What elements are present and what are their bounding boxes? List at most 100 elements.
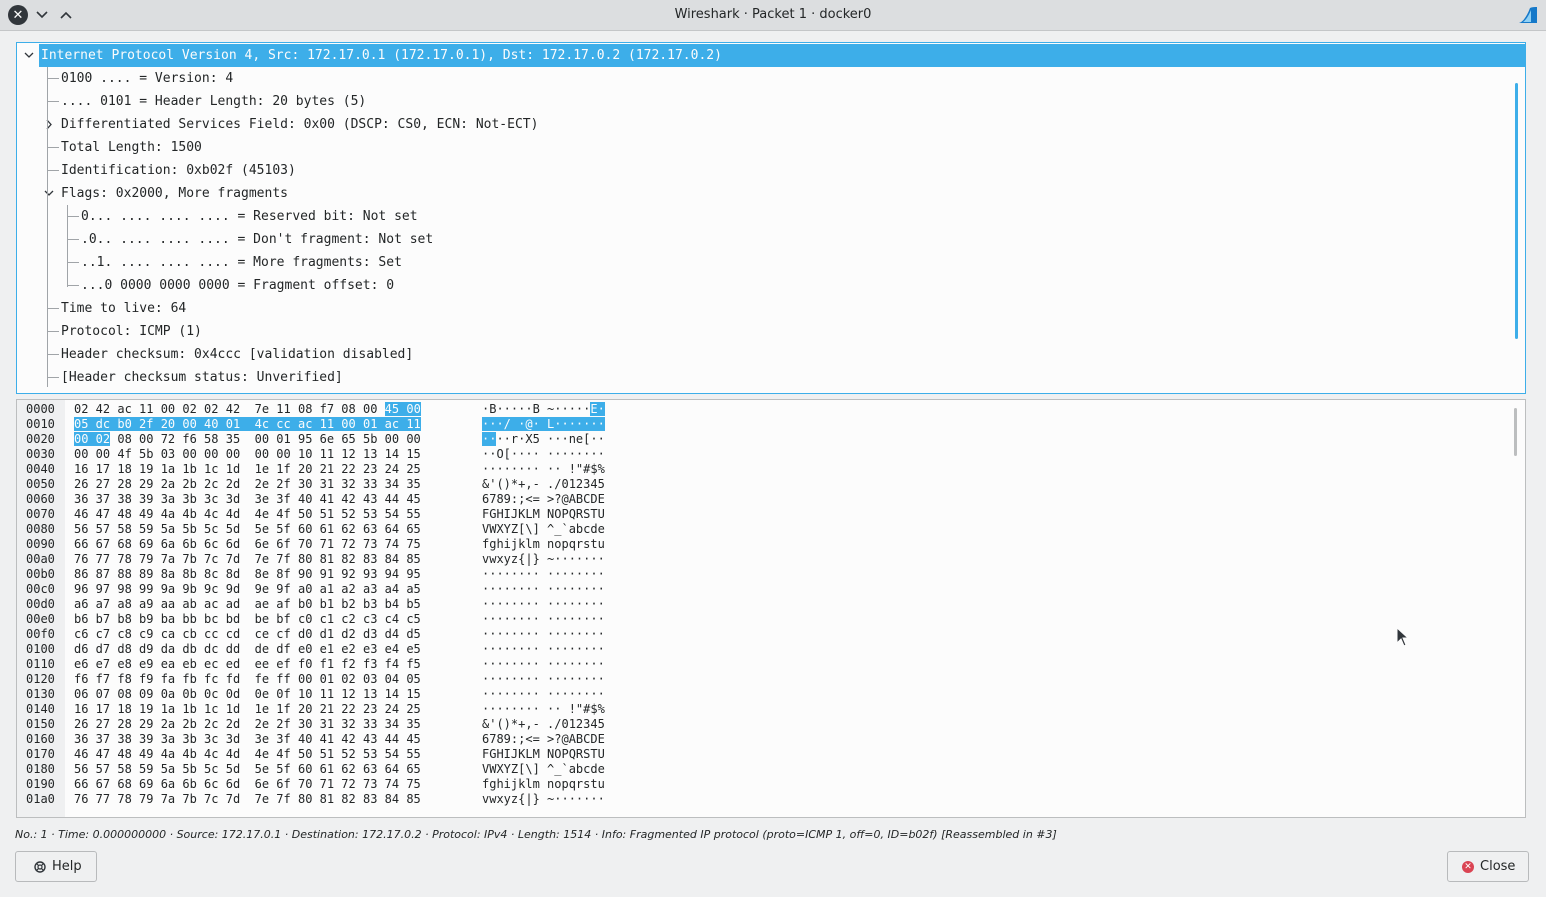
chevron-down-icon[interactable] (23, 44, 35, 67)
hex-row[interactable]: 0160 36 37 38 39 3a 3b 3c 3d 3e 3f 40 41 … (17, 732, 1507, 747)
hex-ascii[interactable]: &'()*+,- ./012345 (482, 477, 605, 492)
hex-row[interactable]: 0110 e6 e7 e8 e9 ea eb ec ed ee ef f0 f1 … (17, 657, 1507, 672)
hex-bytes[interactable]: 26 27 28 29 2a 2b 2c 2d 2e 2f 30 31 32 3… (74, 477, 421, 492)
hex-scrollbar[interactable] (1514, 408, 1517, 456)
tree-row[interactable]: Flags: 0x2000, More fragments (17, 182, 1505, 205)
hex-ascii[interactable]: ········ ········ (482, 612, 605, 627)
packet-details-tree[interactable]: Internet Protocol Version 4, Src: 172.17… (16, 42, 1526, 394)
hex-row[interactable]: 0050 26 27 28 29 2a 2b 2c 2d 2e 2f 30 31 … (17, 477, 1507, 492)
tree-row[interactable]: ..1. .... .... .... = More fragments: Se… (17, 251, 1505, 274)
hex-bytes[interactable]: 96 97 98 99 9a 9b 9c 9d 9e 9f a0 a1 a2 a… (74, 582, 421, 597)
hex-row[interactable]: 0150 26 27 28 29 2a 2b 2c 2d 2e 2f 30 31 … (17, 717, 1507, 732)
hex-row[interactable]: 01a0 76 77 78 79 7a 7b 7c 7d 7e 7f 80 81 … (17, 792, 1507, 807)
hex-ascii[interactable]: ····r·X5 ···ne[·· (482, 432, 605, 447)
hex-bytes[interactable]: 66 67 68 69 6a 6b 6c 6d 6e 6f 70 71 72 7… (74, 537, 421, 552)
hex-ascii[interactable]: ········ ········ (482, 567, 605, 582)
hex-row[interactable]: 0120 f6 f7 f8 f9 fa fb fc fd fe ff 00 01 … (17, 672, 1507, 687)
hex-bytes[interactable]: 02 42 ac 11 00 02 02 42 7e 11 08 f7 08 0… (74, 402, 421, 417)
hex-bytes[interactable]: 05 dc b0 2f 20 00 40 01 4c cc ac 11 00 0… (74, 417, 421, 432)
hex-ascii[interactable]: ········ ········ (482, 672, 605, 687)
tree-row[interactable]: Differentiated Services Field: 0x00 (DSC… (17, 113, 1505, 136)
hex-ascii[interactable]: ········ ········ (482, 582, 605, 597)
hex-row[interactable]: 0030 00 00 4f 5b 03 00 00 00 00 00 10 11 … (17, 447, 1507, 462)
hex-bytes[interactable]: 56 57 58 59 5a 5b 5c 5d 5e 5f 60 61 62 6… (74, 522, 421, 537)
hex-ascii[interactable]: ········ ········ (482, 687, 605, 702)
hex-ascii[interactable]: ···/ ·@· L······· (482, 417, 605, 432)
hex-bytes[interactable]: 16 17 18 19 1a 1b 1c 1d 1e 1f 20 21 22 2… (74, 462, 421, 477)
tree-row[interactable]: Internet Protocol Version 4, Src: 172.17… (39, 44, 1525, 67)
tree-row[interactable]: [Header checksum status: Unverified] (17, 366, 1505, 389)
tree-scrollbar[interactable] (1515, 83, 1518, 339)
hex-bytes[interactable]: 56 57 58 59 5a 5b 5c 5d 5e 5f 60 61 62 6… (74, 762, 421, 777)
hex-row[interactable]: 0010 05 dc b0 2f 20 00 40 01 4c cc ac 11 … (17, 417, 1507, 432)
hex-ascii[interactable]: vwxyz{|} ~······· (482, 792, 605, 807)
hex-bytes[interactable]: 76 77 78 79 7a 7b 7c 7d 7e 7f 80 81 82 8… (74, 792, 421, 807)
hex-ascii[interactable]: ········ ········ (482, 657, 605, 672)
hex-row[interactable]: 00f0 c6 c7 c8 c9 ca cb cc cd ce cf d0 d1 … (17, 627, 1507, 642)
hex-bytes[interactable]: 16 17 18 19 1a 1b 1c 1d 1e 1f 20 21 22 2… (74, 702, 421, 717)
hex-bytes[interactable]: 00 00 4f 5b 03 00 00 00 00 00 10 11 12 1… (74, 447, 421, 462)
hex-bytes[interactable]: 86 87 88 89 8a 8b 8c 8d 8e 8f 90 91 92 9… (74, 567, 421, 582)
close-button[interactable]: ✕ Close (1447, 851, 1529, 882)
hex-bytes[interactable]: 46 47 48 49 4a 4b 4c 4d 4e 4f 50 51 52 5… (74, 747, 421, 762)
hex-ascii[interactable]: ·B·····B ~·····E· (482, 402, 605, 417)
hex-ascii[interactable]: vwxyz{|} ~······· (482, 552, 605, 567)
hex-row[interactable]: 0190 66 67 68 69 6a 6b 6c 6d 6e 6f 70 71 … (17, 777, 1507, 792)
hex-bytes[interactable]: 36 37 38 39 3a 3b 3c 3d 3e 3f 40 41 42 4… (74, 732, 421, 747)
hex-bytes[interactable]: b6 b7 b8 b9 ba bb bc bd be bf c0 c1 c2 c… (74, 612, 421, 627)
tree-row[interactable]: Header checksum: 0x4ccc [validation disa… (17, 343, 1505, 366)
hex-bytes[interactable]: a6 a7 a8 a9 aa ab ac ad ae af b0 b1 b2 b… (74, 597, 421, 612)
tree-row[interactable]: Total Length: 1500 (17, 136, 1505, 159)
help-button[interactable]: Help (15, 851, 97, 882)
hex-ascii[interactable]: ········ ········ (482, 627, 605, 642)
hex-ascii[interactable]: 6789:;<= >?@ABCDE (482, 492, 605, 507)
tree-row[interactable]: Identification: 0xb02f (45103) (17, 159, 1505, 182)
hex-bytes[interactable]: d6 d7 d8 d9 da db dc dd de df e0 e1 e2 e… (74, 642, 421, 657)
tree-row[interactable]: Time to live: 64 (17, 297, 1505, 320)
hex-ascii[interactable]: &'()*+,- ./012345 (482, 717, 605, 732)
chevron-down-icon[interactable] (43, 182, 55, 205)
hex-bytes[interactable]: 36 37 38 39 3a 3b 3c 3d 3e 3f 40 41 42 4… (74, 492, 421, 507)
hex-row[interactable]: 0040 16 17 18 19 1a 1b 1c 1d 1e 1f 20 21 … (17, 462, 1507, 477)
hex-ascii[interactable]: ········ ········ (482, 597, 605, 612)
hex-ascii[interactable]: ··O[···· ········ (482, 447, 605, 462)
hex-row[interactable]: 0090 66 67 68 69 6a 6b 6c 6d 6e 6f 70 71 … (17, 537, 1507, 552)
tree-row[interactable]: Protocol: ICMP (1) (17, 320, 1505, 343)
hex-bytes[interactable]: 06 07 08 09 0a 0b 0c 0d 0e 0f 10 11 12 1… (74, 687, 421, 702)
hex-row[interactable]: 00c0 96 97 98 99 9a 9b 9c 9d 9e 9f a0 a1 … (17, 582, 1507, 597)
hex-ascii[interactable]: fghijklm nopqrstu (482, 777, 605, 792)
hex-row[interactable]: 0080 56 57 58 59 5a 5b 5c 5d 5e 5f 60 61 … (17, 522, 1507, 537)
hex-bytes[interactable]: 26 27 28 29 2a 2b 2c 2d 2e 2f 30 31 32 3… (74, 717, 421, 732)
tree-row[interactable]: ...0 0000 0000 0000 = Fragment offset: 0 (17, 274, 1505, 297)
tree-row[interactable]: 0... .... .... .... = Reserved bit: Not … (17, 205, 1505, 228)
hex-row[interactable]: 0130 06 07 08 09 0a 0b 0c 0d 0e 0f 10 11 … (17, 687, 1507, 702)
hex-row[interactable]: 0100 d6 d7 d8 d9 da db dc dd de df e0 e1 … (17, 642, 1507, 657)
tree-row[interactable]: .0.. .... .... .... = Don't fragment: No… (17, 228, 1505, 251)
hex-row[interactable]: 0180 56 57 58 59 5a 5b 5c 5d 5e 5f 60 61 … (17, 762, 1507, 777)
hex-ascii[interactable]: VWXYZ[\] ^_`abcde (482, 762, 605, 777)
hex-row[interactable]: 0140 16 17 18 19 1a 1b 1c 1d 1e 1f 20 21 … (17, 702, 1507, 717)
tree-row[interactable]: .... 0101 = Header Length: 20 bytes (5) (17, 90, 1505, 113)
hex-bytes[interactable]: e6 e7 e8 e9 ea eb ec ed ee ef f0 f1 f2 f… (74, 657, 421, 672)
hex-bytes[interactable]: 00 02 08 00 72 f6 58 35 00 01 95 6e 65 5… (74, 432, 421, 447)
hex-bytes[interactable]: 66 67 68 69 6a 6b 6c 6d 6e 6f 70 71 72 7… (74, 777, 421, 792)
hex-bytes[interactable]: c6 c7 c8 c9 ca cb cc cd ce cf d0 d1 d2 d… (74, 627, 421, 642)
hex-row[interactable]: 0170 46 47 48 49 4a 4b 4c 4d 4e 4f 50 51 … (17, 747, 1507, 762)
hex-bytes[interactable]: 76 77 78 79 7a 7b 7c 7d 7e 7f 80 81 82 8… (74, 552, 421, 567)
hex-row[interactable]: 0000 02 42 ac 11 00 02 02 42 7e 11 08 f7 … (17, 402, 1507, 417)
chevron-right-icon[interactable] (43, 113, 55, 136)
hex-ascii[interactable]: FGHIJKLM NOPQRSTU (482, 747, 605, 762)
hex-ascii[interactable]: ········ ·· !"#$% (482, 702, 605, 717)
hex-ascii[interactable]: fghijklm nopqrstu (482, 537, 605, 552)
tree-row[interactable]: 0100 .... = Version: 4 (17, 67, 1505, 90)
packet-bytes-pane[interactable]: 0000 02 42 ac 11 00 02 02 42 7e 11 08 f7 … (16, 399, 1526, 818)
hex-ascii[interactable]: VWXYZ[\] ^_`abcde (482, 522, 605, 537)
hex-row[interactable]: 0020 00 02 08 00 72 f6 58 35 00 01 95 6e … (17, 432, 1507, 447)
hex-ascii[interactable]: ········ ·· !"#$% (482, 462, 605, 477)
hex-row[interactable]: 0060 36 37 38 39 3a 3b 3c 3d 3e 3f 40 41 … (17, 492, 1507, 507)
hex-row[interactable]: 0070 46 47 48 49 4a 4b 4c 4d 4e 4f 50 51 … (17, 507, 1507, 522)
hex-row[interactable]: 00a0 76 77 78 79 7a 7b 7c 7d 7e 7f 80 81 … (17, 552, 1507, 567)
hex-ascii[interactable]: 6789:;<= >?@ABCDE (482, 732, 605, 747)
hex-ascii[interactable]: ········ ········ (482, 642, 605, 657)
hex-row[interactable]: 00b0 86 87 88 89 8a 8b 8c 8d 8e 8f 90 91 … (17, 567, 1507, 582)
